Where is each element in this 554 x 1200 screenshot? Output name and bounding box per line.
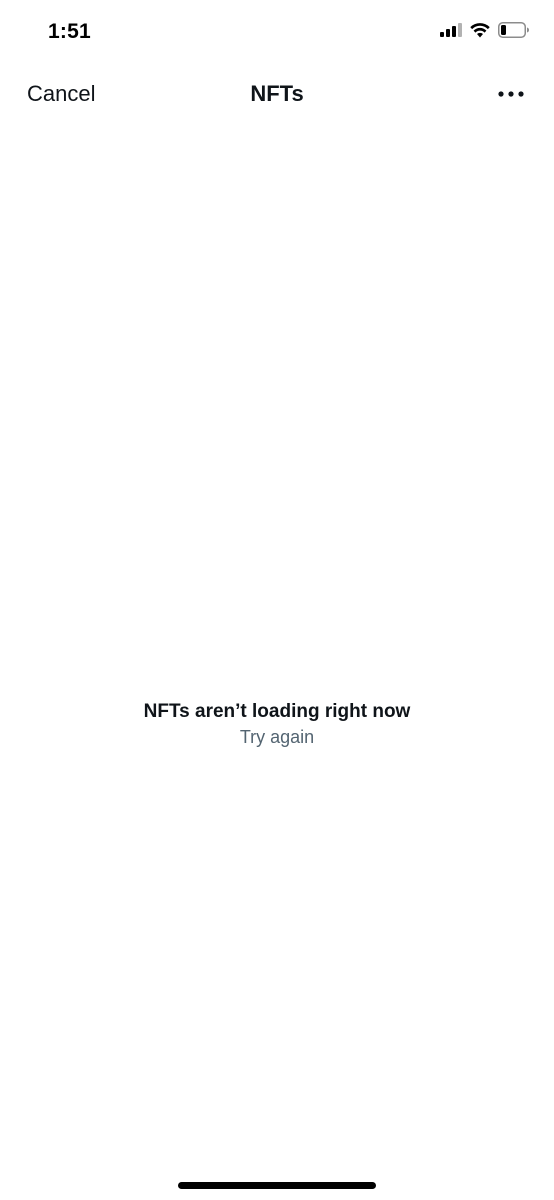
status-time: 1:51: [48, 20, 91, 43]
status-icons: [440, 22, 530, 38]
empty-state: NFTs aren’t loading right now Try again: [0, 699, 554, 749]
try-again-link[interactable]: Try again: [240, 725, 314, 749]
signal-icon: [440, 23, 462, 37]
battery-icon: [498, 22, 530, 38]
cancel-button[interactable]: Cancel: [27, 81, 95, 107]
wifi-icon: [470, 22, 490, 38]
home-indicator[interactable]: [178, 1182, 376, 1189]
status-bar: 1:51: [0, 0, 554, 66]
nav-header: Cancel NFTs: [0, 66, 554, 122]
more-horizontal-icon: [496, 89, 526, 106]
more-options-button[interactable]: [496, 86, 526, 102]
empty-state-title: NFTs aren’t loading right now: [143, 701, 411, 722]
